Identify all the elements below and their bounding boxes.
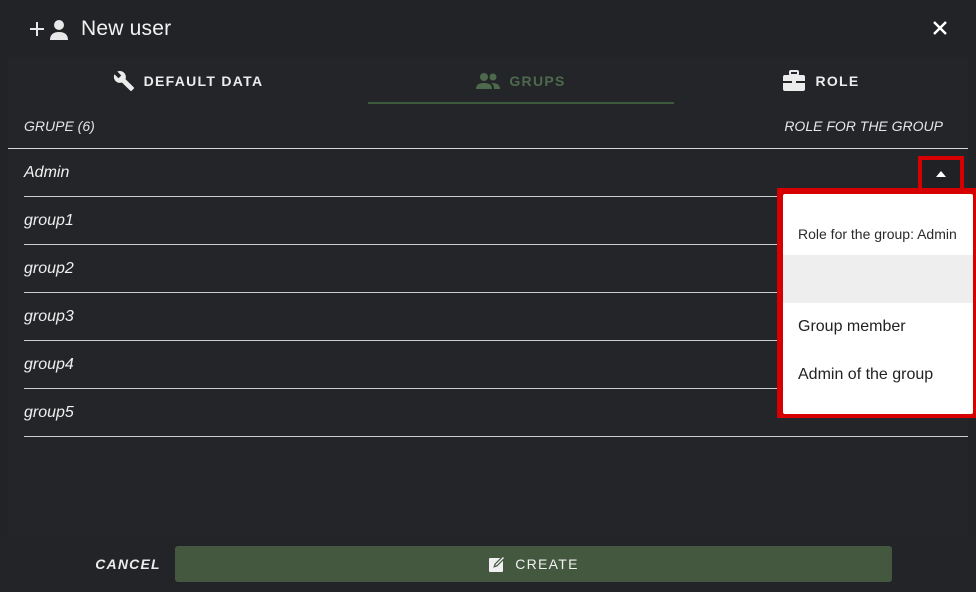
role-select-admin[interactable]: [918, 156, 964, 192]
role-column-header: ROLE FOR THE GROUP: [784, 118, 943, 134]
groups-count-header: GRUPE (6): [24, 118, 95, 134]
group-name: group5: [24, 404, 74, 421]
dropdown-option-empty[interactable]: [783, 255, 973, 303]
role-dropdown-list: Role for the group: Admin Group member A…: [783, 194, 973, 414]
tab-groups-label: GRUPS: [509, 72, 566, 89]
dialog-header: New user: [0, 0, 976, 57]
group-name: group4: [24, 356, 74, 373]
tab-bar: DEFAULT DATA GRUPS ROLE: [8, 57, 968, 104]
group-name: group3: [24, 308, 74, 325]
people-icon: [476, 71, 501, 91]
dialog-footer: CANCEL CREATE: [0, 537, 976, 592]
role-dropdown-menu: Role for the group: Admin Group member A…: [777, 188, 976, 418]
group-name: Admin: [24, 164, 70, 181]
group-name: group2: [24, 260, 74, 277]
tab-default-data[interactable]: DEFAULT DATA: [8, 57, 368, 104]
tab-role[interactable]: ROLE: [674, 57, 968, 104]
tab-groups[interactable]: GRUPS: [368, 57, 674, 104]
groups-list-header: GRUPE (6) ROLE FOR THE GROUP: [24, 117, 944, 137]
create-button[interactable]: CREATE: [175, 546, 892, 582]
briefcase-icon: [782, 69, 806, 92]
add-user-icon: [30, 16, 68, 42]
create-label: CREATE: [515, 556, 579, 572]
close-icon: [933, 21, 947, 35]
dropdown-title: Role for the group: Admin: [798, 226, 957, 242]
close-button[interactable]: [926, 14, 954, 42]
group-name: group1: [24, 212, 74, 229]
dropdown-option-admin-of-group[interactable]: Admin of the group: [783, 351, 973, 399]
dialog-title: New user: [81, 17, 172, 40]
tab-default-data-label: DEFAULT DATA: [143, 72, 264, 89]
edit-note-icon: [488, 555, 506, 573]
cancel-button[interactable]: CANCEL: [92, 546, 164, 582]
dropdown-option-group-member[interactable]: Group member: [783, 303, 973, 351]
wrench-icon: [113, 70, 135, 92]
caret-up-icon: [936, 171, 946, 177]
active-tab-indicator: [368, 102, 674, 104]
new-user-dialog: New user DEFAULT DATA GRUPS ROLE GRUPE (…: [0, 0, 976, 592]
tab-role-label: ROLE: [815, 72, 860, 89]
